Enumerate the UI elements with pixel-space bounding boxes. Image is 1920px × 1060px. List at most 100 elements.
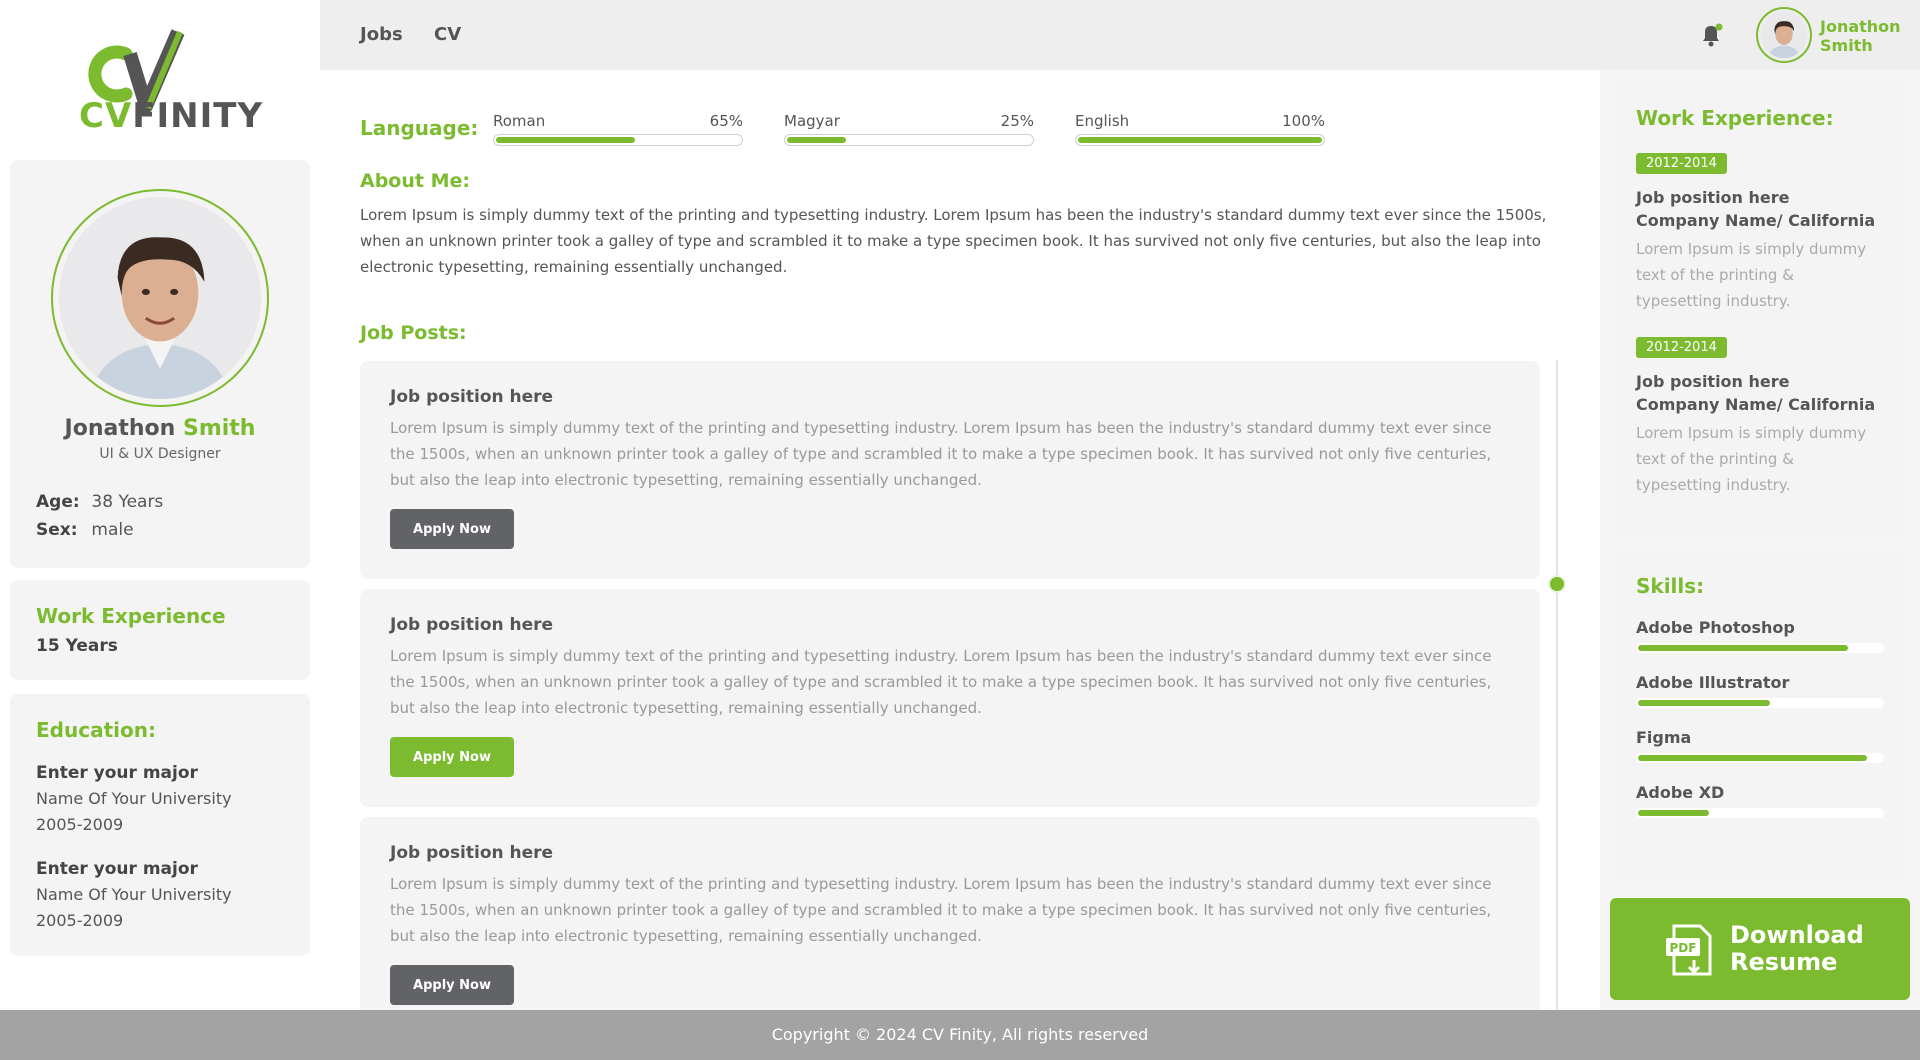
scrollbar-handle[interactable] bbox=[1548, 575, 1566, 593]
skill-item: Adobe XD bbox=[1636, 783, 1884, 818]
experience-description: Lorem Ipsum is simply dummy text of the … bbox=[1636, 240, 1867, 310]
job-post-card: Job position here Lorem Ipsum is simply … bbox=[360, 817, 1540, 1035]
work-experience-summary-card: Work Experience 15 Years bbox=[10, 580, 310, 680]
scrollbar-track[interactable] bbox=[1556, 360, 1558, 1010]
education-years: 2005-2009 bbox=[36, 815, 124, 834]
language-name: Roman bbox=[493, 112, 546, 130]
experience-description: Lorem Ipsum is simply dummy text of the … bbox=[1636, 424, 1867, 494]
language-progress-bar bbox=[784, 134, 1034, 146]
education-years: 2005-2009 bbox=[36, 911, 124, 930]
work-experience-summary-title: Work Experience bbox=[36, 604, 226, 628]
experience-company: Company Name/ California bbox=[1636, 211, 1876, 230]
skills-title: Skills: bbox=[1636, 574, 1705, 598]
download-resume-button[interactable]: PDF Download Resume bbox=[1610, 898, 1910, 1000]
skill-name: Adobe XD bbox=[1636, 783, 1725, 802]
skill-progress-fill bbox=[1638, 700, 1770, 706]
top-navigation-bar: Jobs CV Jonathon Smith bbox=[320, 0, 1920, 70]
skill-name: Adobe Illustrator bbox=[1636, 673, 1790, 692]
language-title: Language: bbox=[360, 116, 479, 140]
language-progress-fill bbox=[787, 137, 846, 143]
skill-progress-fill bbox=[1638, 645, 1848, 651]
sex-label: Sex: bbox=[36, 520, 78, 540]
copyright-text: Copyright © 2024 CV Finity, All rights r… bbox=[771, 1025, 1149, 1044]
work-experience-years: 15 Years bbox=[36, 636, 118, 656]
age-label: Age: bbox=[36, 492, 80, 512]
job-post-title: Job position here bbox=[390, 843, 554, 863]
experience-year-badge: 2012-2014 bbox=[1636, 153, 1727, 174]
user-photo-icon bbox=[1761, 12, 1807, 58]
language-percent: 100% bbox=[1282, 112, 1325, 130]
language-item: English 100% bbox=[1075, 112, 1325, 146]
education-major: Enter your major bbox=[36, 859, 198, 879]
skill-name: Adobe Photoshop bbox=[1636, 618, 1795, 637]
user-name[interactable]: Jonathon Smith bbox=[1820, 17, 1901, 55]
language-progress-bar bbox=[493, 134, 743, 146]
job-post-text: Lorem Ipsum is simply dummy text of the … bbox=[390, 875, 1492, 945]
brand-logo-text: CVFINITY bbox=[79, 96, 264, 136]
skill-progress-bar bbox=[1636, 643, 1884, 653]
person-photo-icon bbox=[59, 197, 261, 399]
left-sidebar: CVFINITY Jonathon Smith UI & UX Designer… bbox=[0, 0, 320, 1010]
about-me-title: About Me: bbox=[360, 170, 470, 192]
notification-bell-icon[interactable] bbox=[1698, 22, 1724, 48]
skill-item: Figma bbox=[1636, 728, 1884, 763]
skill-progress-fill bbox=[1638, 755, 1868, 761]
education-title: Education: bbox=[36, 718, 156, 742]
sex-value: male bbox=[91, 520, 134, 540]
skill-item: Adobe Illustrator bbox=[1636, 673, 1884, 708]
language-progress-bar bbox=[1075, 134, 1325, 146]
language-name: Magyar bbox=[784, 112, 840, 130]
experience-item: 2012-2014 Job position here Company Name… bbox=[1636, 152, 1884, 314]
job-post-title: Job position here bbox=[390, 387, 554, 407]
apply-now-button[interactable]: Apply Now bbox=[390, 509, 514, 549]
nav-cv[interactable]: CV bbox=[434, 24, 461, 45]
job-post-card: Job position here Lorem Ipsum is simply … bbox=[360, 589, 1540, 807]
apply-now-button[interactable]: Apply Now bbox=[390, 965, 514, 1005]
experience-item: 2012-2014 Job position here Company Name… bbox=[1636, 336, 1884, 498]
age-value: 38 Years bbox=[91, 492, 164, 512]
footer: Copyright © 2024 CV Finity, All rights r… bbox=[0, 1010, 1920, 1060]
profile-info: Age: 38 Years Sex: male bbox=[36, 488, 163, 544]
education-card: Education: Enter your major Name Of Your… bbox=[10, 694, 310, 956]
language-item: Roman 65% bbox=[493, 112, 743, 146]
job-post-text: Lorem Ipsum is simply dummy text of the … bbox=[390, 647, 1492, 717]
language-name: English bbox=[1075, 112, 1130, 130]
language-percent: 65% bbox=[709, 112, 743, 130]
skill-progress-bar bbox=[1636, 698, 1884, 708]
language-progress-fill bbox=[496, 137, 636, 143]
work-experience-card: Work Experience: 2012-2014 Job position … bbox=[1610, 80, 1910, 540]
experience-position: Job position here bbox=[1636, 188, 1790, 207]
user-avatar[interactable] bbox=[1756, 7, 1812, 63]
experience-year-badge: 2012-2014 bbox=[1636, 337, 1727, 358]
profile-card: Jonathon Smith UI & UX Designer Age: 38 … bbox=[10, 160, 310, 568]
education-major: Enter your major bbox=[36, 763, 198, 783]
apply-now-button[interactable]: Apply Now bbox=[390, 737, 514, 777]
download-resume-label: Download Resume bbox=[1730, 921, 1864, 976]
skills-card: Skills: Adobe Photoshop Adobe Illustrato… bbox=[1610, 548, 1910, 886]
language-progress-fill bbox=[1078, 137, 1322, 143]
education-university: Name Of Your University bbox=[36, 885, 232, 904]
job-post-title: Job position here bbox=[390, 615, 554, 635]
experience-position: Job position here bbox=[1636, 372, 1790, 391]
language-percent: 25% bbox=[1000, 112, 1034, 130]
work-experience-title: Work Experience: bbox=[1636, 106, 1834, 130]
job-post-card: Job position here Lorem Ipsum is simply … bbox=[360, 361, 1540, 579]
skill-name: Figma bbox=[1636, 728, 1692, 747]
profile-name: Jonathon Smith bbox=[64, 416, 256, 441]
svg-text:PDF: PDF bbox=[1670, 941, 1697, 955]
experience-company: Company Name/ California bbox=[1636, 395, 1876, 414]
skill-progress-bar bbox=[1636, 808, 1884, 818]
nav-jobs[interactable]: Jobs bbox=[360, 24, 403, 45]
about-me-text: Lorem Ipsum is simply dummy text of the … bbox=[360, 206, 1547, 276]
pdf-file-icon: PDF bbox=[1666, 924, 1712, 976]
education-university: Name Of Your University bbox=[36, 789, 232, 808]
skill-progress-bar bbox=[1636, 753, 1884, 763]
skill-item: Adobe Photoshop bbox=[1636, 618, 1884, 653]
job-post-text: Lorem Ipsum is simply dummy text of the … bbox=[390, 419, 1492, 489]
main-content: Language: Roman 65% Magyar 25% English 100%… bbox=[320, 70, 1600, 1035]
education-item: Enter your major Name Of Your University… bbox=[36, 856, 284, 934]
job-posts-title: Job Posts: bbox=[360, 322, 467, 344]
profile-avatar bbox=[51, 189, 269, 407]
education-item: Enter your major Name Of Your University… bbox=[36, 760, 284, 838]
skill-progress-fill bbox=[1638, 810, 1709, 816]
